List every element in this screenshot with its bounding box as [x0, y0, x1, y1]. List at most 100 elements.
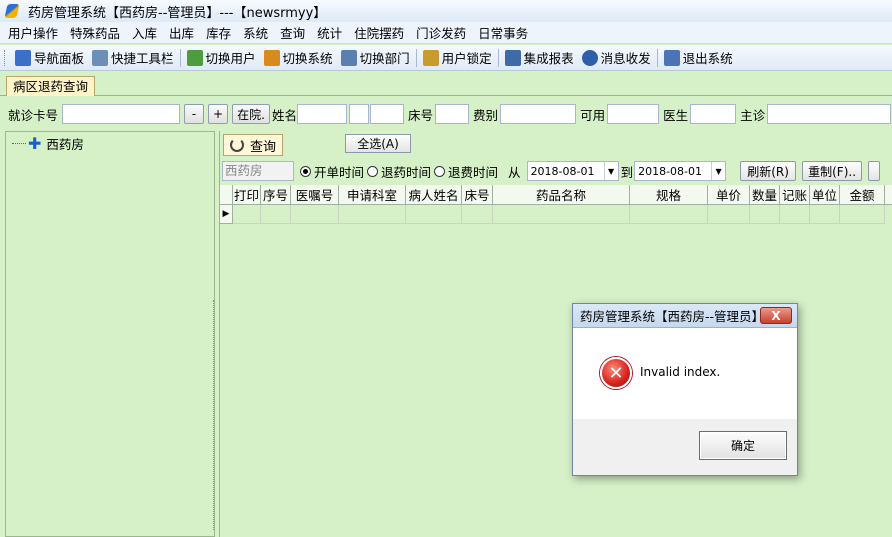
menu-statistics[interactable]: 统计 — [313, 23, 350, 42]
grid-cell[interactable] — [462, 205, 493, 224]
department-field[interactable]: 西药房 — [222, 161, 294, 181]
menu-stock-out[interactable]: 出库 — [165, 23, 202, 42]
column-header-unit[interactable]: 单位 — [810, 185, 840, 205]
panel-splitter[interactable] — [213, 300, 217, 530]
toolbar-separator — [415, 48, 417, 67]
grid-cell[interactable] — [493, 205, 630, 224]
column-header-billing[interactable]: 记账 — [780, 185, 810, 205]
column-header-seq[interactable]: 序号 — [261, 185, 291, 205]
overflow-button[interactable] — [868, 161, 881, 181]
grid-cell[interactable] — [261, 205, 291, 224]
radio-checked-icon — [300, 165, 311, 177]
grid-cell[interactable] — [339, 205, 406, 224]
fee-type-input[interactable] — [500, 104, 577, 124]
menu-query[interactable]: 查询 — [276, 23, 313, 42]
navigation-panel-icon — [15, 49, 31, 66]
return-drug-grid: 打印 序号 医嘱号 申请科室 病人姓名 床号 药品名称 规格 单价 数量 记账 … — [220, 185, 892, 225]
radio-refund-time[interactable]: 退费时间 — [434, 162, 498, 181]
column-header-order-no[interactable]: 医嘱号 — [291, 185, 339, 205]
grid-cell[interactable] — [840, 205, 885, 224]
tree-node-west-pharmacy[interactable]: ✚ 西药房 — [12, 134, 84, 153]
select-all-button[interactable]: 全选(A) — [345, 134, 411, 153]
menu-outpatient-dispense[interactable]: 门诊发药 — [412, 23, 474, 42]
grid-cell[interactable] — [708, 205, 750, 224]
menu-inpatient-dispense[interactable]: 住院摆药 — [350, 23, 412, 42]
extra-input-1[interactable] — [349, 104, 370, 124]
dialog-title: 药房管理系统【西药房--管理员】 — [580, 309, 765, 324]
switch-system-button[interactable]: 切换系统 — [260, 47, 337, 69]
user-lock-button[interactable]: 用户锁定 — [419, 47, 496, 69]
available-label: 可用 — [580, 107, 606, 123]
tab-ward-return-query[interactable]: 病区退药查询 — [6, 76, 96, 96]
radio-return-time[interactable]: 退药时间 — [367, 162, 431, 181]
exit-icon — [663, 49, 680, 66]
grid-cell[interactable] — [630, 205, 708, 224]
tree-node-label: 西药房 — [46, 137, 84, 152]
column-header-spec[interactable]: 规格 — [630, 185, 708, 205]
menu-daily-affairs[interactable]: 日常事务 — [474, 23, 536, 42]
menu-system[interactable]: 系统 — [239, 23, 276, 42]
dialog-body: ✕ Invalid index. — [573, 329, 797, 419]
window-title: 药房管理系统【西药房--管理员】---【newsrmyy】 — [28, 5, 327, 21]
report-button[interactable]: 集成报表 — [501, 47, 578, 69]
shortcut-toolbar-icon — [92, 49, 109, 66]
expand-plus-icon[interactable]: ✚ — [28, 135, 41, 151]
shortcut-toolbar-button[interactable]: 快捷工具栏 — [88, 47, 178, 69]
menu-user-ops[interactable]: 用户操作 — [4, 23, 66, 42]
grid-cell[interactable] — [233, 205, 261, 224]
title-bar: 药房管理系统【西药房--管理员】---【newsrmyy】 — [0, 0, 892, 22]
toolbar-grip[interactable] — [4, 49, 7, 66]
ok-button[interactable]: 确定 — [699, 431, 787, 460]
column-header-bed[interactable]: 床号 — [462, 185, 493, 205]
query-tab-button[interactable]: 查询 — [223, 134, 284, 156]
plus-button[interactable]: + — [208, 104, 229, 124]
minus-button[interactable]: - — [184, 104, 205, 124]
fee-type-label: 费别 — [473, 107, 499, 123]
chevron-down-icon[interactable]: ▼ — [711, 162, 725, 180]
bed-input[interactable] — [435, 104, 470, 124]
to-label: 到 — [620, 164, 634, 180]
toolbar: 导航面板 快捷工具栏 切换用户 切换系统 切换部门 用户锁定 集成报表 消息收发… — [0, 45, 892, 71]
dialog-close-button[interactable]: X — [760, 307, 792, 324]
to-date-picker[interactable]: 2018-08-01 ▼ — [634, 161, 727, 181]
attending-input[interactable] — [767, 104, 892, 124]
from-date-picker[interactable]: 2018-08-01 ▼ — [526, 161, 619, 181]
from-label: 从 — [508, 164, 521, 180]
grid-cell[interactable] — [810, 205, 840, 224]
column-header-quantity[interactable]: 数量 — [750, 185, 780, 205]
name-input[interactable] — [297, 104, 348, 124]
column-header-amount[interactable]: 金额 — [840, 185, 885, 205]
navigation-panel-button[interactable]: 导航面板 — [11, 47, 88, 69]
menu-special-drugs[interactable]: 特殊药品 — [66, 23, 128, 42]
card-number-input[interactable] — [62, 104, 181, 124]
grid-cell[interactable] — [406, 205, 462, 224]
exit-button[interactable]: 退出系统 — [660, 47, 737, 69]
available-input[interactable] — [607, 104, 660, 124]
switch-user-icon — [186, 49, 203, 66]
message-button[interactable]: 消息收发 — [578, 47, 655, 69]
grid-cell[interactable] — [291, 205, 339, 224]
column-header-patient[interactable]: 病人姓名 — [406, 185, 462, 205]
radio-order-time[interactable]: 开单时间 — [300, 162, 364, 181]
menu-stock-in[interactable]: 入库 — [128, 23, 165, 42]
grid-cell[interactable] — [780, 205, 810, 224]
column-header-dept[interactable]: 申请科室 — [339, 185, 406, 205]
extra-input-2[interactable] — [370, 104, 405, 124]
in-hospital-button[interactable]: 在院. — [232, 104, 271, 124]
switch-department-button[interactable]: 切换部门 — [337, 47, 414, 69]
current-row-indicator-icon[interactable]: ▶ — [220, 205, 233, 224]
menu-inventory[interactable]: 库存 — [202, 23, 239, 42]
column-header-print[interactable]: 打印 — [233, 185, 261, 205]
dialog-footer: 确定 — [573, 419, 797, 475]
switch-user-button[interactable]: 切换用户 — [183, 47, 260, 69]
doctor-input[interactable] — [690, 104, 737, 124]
bed-label: 床号 — [408, 107, 434, 123]
chevron-down-icon[interactable]: ▼ — [603, 162, 618, 180]
grid-cell[interactable] — [750, 205, 780, 224]
column-header-drug-name[interactable]: 药品名称 — [493, 185, 630, 205]
column-header-unit-price[interactable]: 单价 — [708, 185, 750, 205]
refresh-button[interactable]: 刷新(R) — [740, 161, 797, 181]
reprint-button[interactable]: 重制(F).. — [802, 161, 863, 181]
close-icon: X — [771, 308, 781, 323]
grid-corner — [220, 185, 233, 205]
